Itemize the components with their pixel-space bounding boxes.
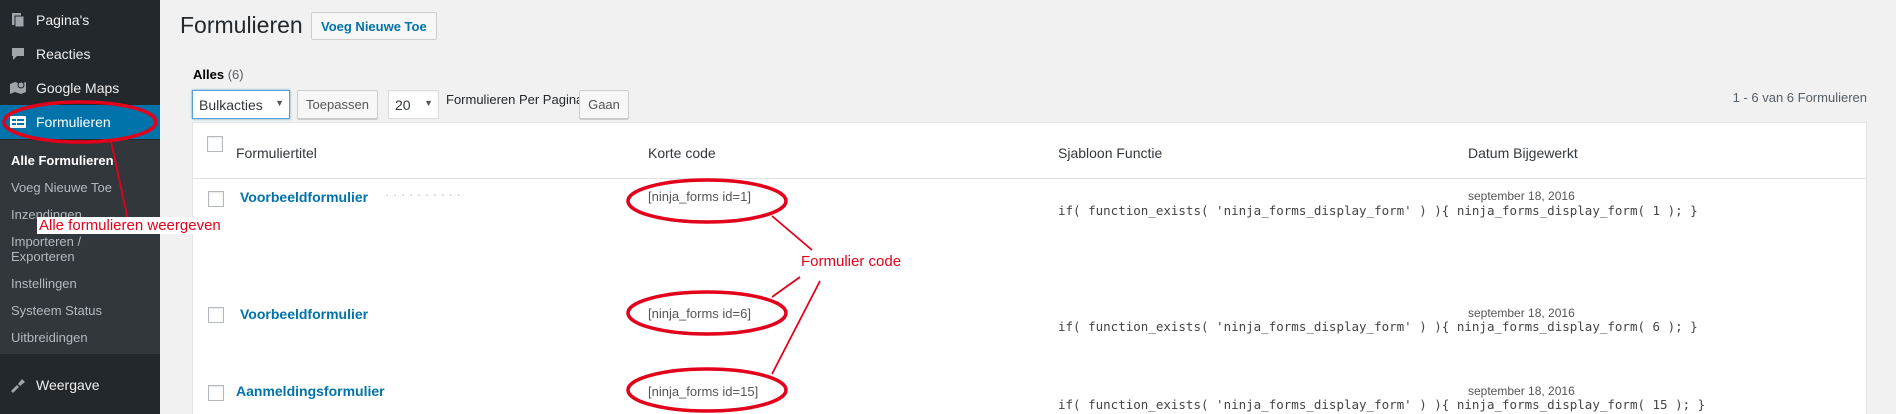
shortcode: [ninja_forms id=15] bbox=[648, 384, 759, 399]
filter-all[interactable]: Alles (6) bbox=[193, 67, 244, 82]
row-actions-ghost: · · · · · · · · · · bbox=[385, 187, 461, 202]
submenu-system-status[interactable]: Systeem Status bbox=[11, 303, 102, 318]
annotation-show-all-forms: Alle formulieren weergeven bbox=[37, 217, 223, 234]
menu-item-appearance[interactable]: Weergave bbox=[0, 368, 160, 402]
per-page-value: 20 bbox=[395, 96, 411, 113]
column-header-title[interactable]: Formuliertitel bbox=[236, 145, 317, 161]
menu-item-forms[interactable]: Formulieren bbox=[0, 105, 160, 139]
column-header-shortcode: Korte code bbox=[648, 145, 716, 161]
menu-item-label: Pagina's bbox=[36, 12, 90, 28]
menu-item-google-maps[interactable]: Google Maps bbox=[0, 71, 160, 105]
menu-item-pages[interactable]: Pagina's bbox=[0, 3, 160, 37]
template-function: if( function_exists( 'ninja_forms_displa… bbox=[1058, 397, 1706, 412]
row-checkbox[interactable] bbox=[208, 191, 224, 207]
submenu-all-forms[interactable]: Alle Formulieren bbox=[11, 153, 114, 168]
chevron-down-icon: ▼ bbox=[275, 98, 284, 108]
admin-sidebar: Pagina's Reacties Google Maps Formuliere… bbox=[0, 0, 160, 414]
pages-icon bbox=[0, 12, 36, 28]
submenu-import-export[interactable]: Importeren / bbox=[11, 234, 81, 249]
menu-item-label: Google Maps bbox=[36, 80, 120, 96]
per-page-label: Formulieren Per Pagina bbox=[446, 92, 584, 107]
forms-icon bbox=[0, 114, 36, 130]
menu-item-label: Reacties bbox=[36, 46, 91, 62]
row-checkbox[interactable] bbox=[208, 385, 224, 401]
chevron-down-icon: ▼ bbox=[424, 98, 433, 108]
add-new-button[interactable]: Voeg Nieuwe Toe bbox=[311, 12, 437, 40]
menu-item-comments[interactable]: Reacties bbox=[0, 37, 160, 71]
submenu-settings[interactable]: Instellingen bbox=[11, 276, 77, 291]
annotation-form-code: Formulier code bbox=[801, 253, 902, 270]
comments-icon bbox=[0, 46, 36, 62]
form-title-link[interactable]: Voorbeeldformulier bbox=[240, 189, 368, 205]
apply-button[interactable]: Toepassen bbox=[297, 90, 378, 119]
date-updated: september 18, 2016 bbox=[1468, 306, 1575, 320]
page-title: Formulieren bbox=[180, 12, 303, 38]
go-button[interactable]: Gaan bbox=[579, 90, 629, 119]
filter-all-count: (6) bbox=[227, 67, 244, 82]
column-header-template: Sjabloon Functie bbox=[1058, 145, 1163, 161]
bulk-actions-value: Bulkacties bbox=[199, 96, 263, 113]
filter-all-label: Alles bbox=[193, 67, 225, 82]
shortcode: [ninja_forms id=1] bbox=[648, 189, 751, 204]
header-divider bbox=[193, 178, 1866, 179]
menu-item-label: Formulieren bbox=[36, 114, 111, 130]
template-function: if( function_exists( 'ninja_forms_displa… bbox=[1058, 203, 1698, 218]
select-all-checkbox[interactable] bbox=[207, 136, 223, 152]
map-icon bbox=[0, 80, 36, 96]
form-title-link[interactable]: Voorbeeldformulier bbox=[240, 306, 368, 322]
shortcode: [ninja_forms id=6] bbox=[648, 306, 751, 321]
row-checkbox[interactable] bbox=[208, 307, 224, 323]
main-content: Formulieren Voeg Nieuwe Toe Alles (6) Bu… bbox=[160, 0, 1896, 414]
submenu-add-new[interactable]: Voeg Nieuwe Toe bbox=[11, 180, 112, 195]
menu-item-label: Weergave bbox=[36, 377, 100, 393]
submenu-extensions[interactable]: Uitbreidingen bbox=[11, 330, 88, 345]
forms-table: Formuliertitel Korte code Sjabloon Funct… bbox=[192, 122, 1867, 414]
forms-submenu: Alle Formulieren Voeg Nieuwe Toe Inzendi… bbox=[0, 140, 160, 354]
appearance-icon bbox=[0, 377, 36, 393]
column-header-date[interactable]: Datum Bijgewerkt bbox=[1468, 145, 1578, 161]
submenu-import-export-line2[interactable]: Exporteren bbox=[11, 249, 75, 264]
pagination-count: 1 - 6 van 6 Formulieren bbox=[1732, 90, 1867, 105]
template-function: if( function_exists( 'ninja_forms_displa… bbox=[1058, 319, 1698, 334]
form-title-link[interactable]: Aanmeldingsformulier bbox=[236, 383, 385, 399]
per-page-select[interactable]: 20 ▼ bbox=[388, 90, 439, 119]
date-updated: september 18, 2016 bbox=[1468, 384, 1575, 398]
date-updated: september 18, 2016 bbox=[1468, 189, 1575, 203]
bulk-actions-select[interactable]: Bulkacties ▼ bbox=[192, 90, 290, 119]
